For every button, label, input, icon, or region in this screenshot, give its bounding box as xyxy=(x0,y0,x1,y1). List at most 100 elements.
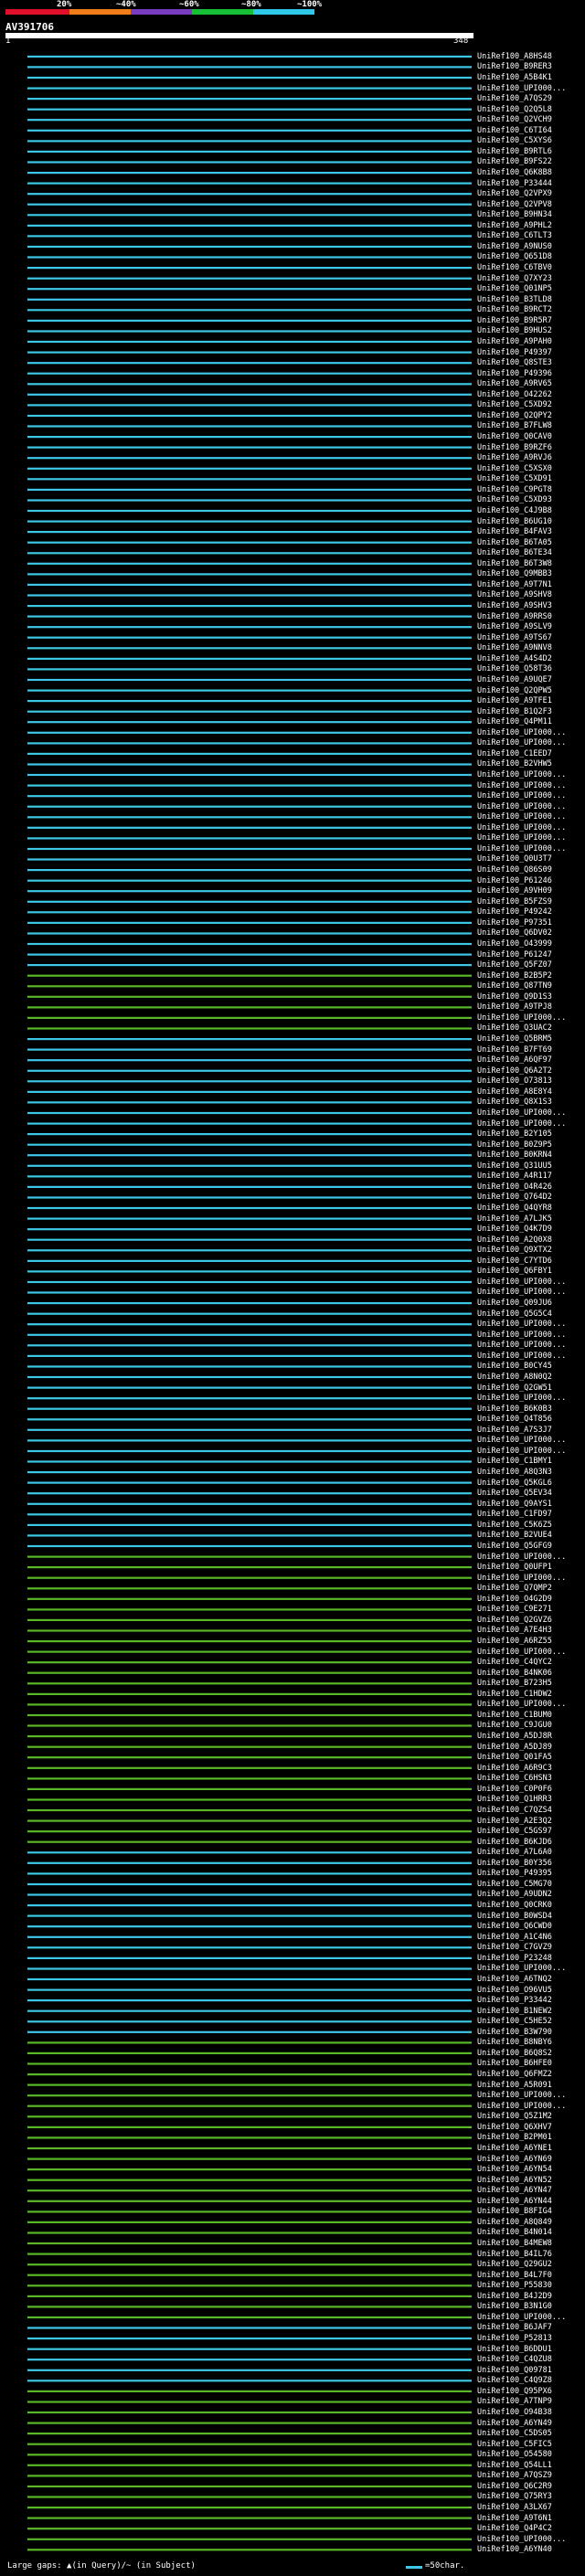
hit-label[interactable]: UniRef100_A6QF97 xyxy=(477,1055,552,1065)
hit-label[interactable]: UniRef100_Q9XTX2 xyxy=(477,1246,552,1255)
hit-label[interactable]: UniRef100_B8FIG4 xyxy=(477,2207,552,2216)
hit-label[interactable]: UniRef100_B6K0B3 xyxy=(477,1405,552,1414)
hit-label[interactable]: UniRef100_B6UG10 xyxy=(477,517,552,526)
hit-label[interactable]: UniRef100_A5R091 xyxy=(477,2081,552,2090)
hit-label[interactable]: UniRef100_A7QSZ9 xyxy=(477,2471,552,2480)
hit-label[interactable]: UniRef100_P61246 xyxy=(477,876,552,885)
hit-label[interactable]: UniRef100_A9SHV8 xyxy=(477,590,552,599)
hit-label[interactable]: UniRef100_P49396 xyxy=(477,369,552,378)
hit-label[interactable]: UniRef100_B3W790 xyxy=(477,2028,552,2037)
hit-label[interactable]: UniRef100_UPI000... xyxy=(477,770,566,779)
hit-label[interactable]: UniRef100_B6TE34 xyxy=(477,548,552,557)
hit-label[interactable]: UniRef100_A5DJ89 xyxy=(477,1743,552,1752)
hit-label[interactable]: UniRef100_C5XD92 xyxy=(477,400,552,409)
hit-label[interactable]: UniRef100_Q9AYS1 xyxy=(477,1500,552,1509)
hit-label[interactable]: UniRef100_B4FAV3 xyxy=(477,527,552,536)
hit-label[interactable]: UniRef100_C1FD97 xyxy=(477,1510,552,1519)
hit-label[interactable]: UniRef100_A4S4D2 xyxy=(477,654,552,663)
hit-label[interactable]: UniRef100_UPI000... xyxy=(477,1013,566,1023)
hit-label[interactable]: UniRef100_P52813 xyxy=(477,2334,552,2343)
hit-label[interactable]: UniRef100_UPI000... xyxy=(477,1574,566,1583)
hit-label[interactable]: UniRef100_P49242 xyxy=(477,907,552,917)
hit-label[interactable]: UniRef100_A7S3J7 xyxy=(477,1426,552,1435)
hit-label[interactable]: UniRef100_Q5FZ07 xyxy=(477,960,552,970)
hit-label[interactable]: UniRef100_B8NBY6 xyxy=(477,2038,552,2047)
hit-label[interactable]: UniRef100_A8E8Y4 xyxy=(477,1087,552,1097)
hit-label[interactable]: UniRef100_C6TLT3 xyxy=(477,231,552,240)
hit-label[interactable]: UniRef100_B2VHW5 xyxy=(477,759,552,769)
hit-label[interactable]: UniRef100_UPI000... xyxy=(477,1288,566,1297)
hit-label[interactable]: UniRef100_A9UDN2 xyxy=(477,1890,552,1899)
hit-label[interactable]: UniRef100_A9NUS0 xyxy=(477,242,552,251)
hit-label[interactable]: UniRef100_C5XD91 xyxy=(477,474,552,483)
hit-label[interactable]: UniRef100_O42262 xyxy=(477,390,552,399)
hit-label[interactable]: UniRef100_Q8STE3 xyxy=(477,358,552,367)
hit-label[interactable]: UniRef100_B1Q2F3 xyxy=(477,707,552,716)
hit-label[interactable]: UniRef100_P49397 xyxy=(477,348,552,357)
hit-label[interactable]: UniRef100_UPI000... xyxy=(477,1447,566,1456)
hit-label[interactable]: UniRef100_O96VU5 xyxy=(477,1986,552,1995)
hit-label[interactable]: UniRef100_UPI000... xyxy=(477,802,566,811)
hit-label[interactable]: UniRef100_B2VUE4 xyxy=(477,1531,552,1540)
hit-label[interactable]: UniRef100_Q0UFP1 xyxy=(477,1563,552,1572)
hit-label[interactable]: UniRef100_C1EED7 xyxy=(477,749,552,758)
hit-label[interactable]: UniRef100_B2PM01 xyxy=(477,2133,552,2142)
hit-label[interactable]: UniRef100_A7L6A0 xyxy=(477,1848,552,1857)
hit-label[interactable]: UniRef100_B9HUS2 xyxy=(477,326,552,335)
hit-label[interactable]: UniRef100_A5DJ8R xyxy=(477,1732,552,1741)
hit-label[interactable]: UniRef100_A9T6N1 xyxy=(477,2514,552,2523)
hit-label[interactable]: UniRef100_B0Y356 xyxy=(477,1859,552,1868)
hit-label[interactable]: UniRef100_A6YN44 xyxy=(477,2197,552,2206)
hit-label[interactable]: UniRef100_Q5G5C4 xyxy=(477,1309,552,1319)
hit-label[interactable]: UniRef100_Q5EV34 xyxy=(477,1489,552,1498)
hit-label[interactable]: UniRef100_B6KJD6 xyxy=(477,1838,552,1847)
hit-label[interactable]: UniRef100_A9RRS0 xyxy=(477,612,552,621)
hit-label[interactable]: UniRef100_Q87TN9 xyxy=(477,981,552,991)
hit-label[interactable]: UniRef100_Q29GU2 xyxy=(477,2260,552,2269)
hit-label[interactable]: UniRef100_Q2VCH9 xyxy=(477,115,552,124)
hit-label[interactable]: UniRef100_UPI000... xyxy=(477,728,566,737)
hit-label[interactable]: UniRef100_Q2VPV8 xyxy=(477,200,552,209)
hit-label[interactable]: UniRef100_UPI000... xyxy=(477,823,566,832)
hit-label[interactable]: UniRef100_B4N014 xyxy=(477,2228,552,2237)
hit-label[interactable]: UniRef100_O54580 xyxy=(477,2450,552,2459)
hit-label[interactable]: UniRef100_B0WSD4 xyxy=(477,1912,552,1921)
hit-label[interactable]: UniRef100_B9RTL6 xyxy=(477,147,552,156)
hit-label[interactable]: UniRef100_P33442 xyxy=(477,1996,552,2005)
hit-label[interactable]: UniRef100_A9SLV9 xyxy=(477,622,552,631)
hit-label[interactable]: UniRef100_C9JGU0 xyxy=(477,1721,552,1730)
hit-label[interactable]: UniRef100_C6TBV0 xyxy=(477,263,552,272)
hit-label[interactable]: UniRef100_A6YN52 xyxy=(477,2176,552,2185)
hit-label[interactable]: UniRef100_B5FZS9 xyxy=(477,897,552,906)
hit-label[interactable]: UniRef100_Q5KGL6 xyxy=(477,1479,552,1488)
hit-label[interactable]: UniRef100_A9RVJ6 xyxy=(477,453,552,462)
hit-label[interactable]: UniRef100_A8HS48 xyxy=(477,52,552,61)
hit-label[interactable]: UniRef100_B6T3W8 xyxy=(477,559,552,568)
hit-label[interactable]: UniRef100_UPI000... xyxy=(477,2535,566,2544)
hit-label[interactable]: UniRef100_Q7QMP2 xyxy=(477,1584,552,1593)
hit-label[interactable]: UniRef100_O43999 xyxy=(477,939,552,949)
hit-label[interactable]: UniRef100_Q2VPX9 xyxy=(477,189,552,198)
hit-label[interactable]: UniRef100_A9TFE1 xyxy=(477,696,552,705)
hit-label[interactable]: UniRef100_A9PHL2 xyxy=(477,221,552,230)
hit-label[interactable]: UniRef100_A7E4H3 xyxy=(477,1626,552,1635)
hit-label[interactable]: UniRef100_Q6FMZ2 xyxy=(477,2070,552,2079)
hit-label[interactable]: UniRef100_C5XYS6 xyxy=(477,136,552,145)
hit-label[interactable]: UniRef100_UPI000... xyxy=(477,738,566,747)
hit-label[interactable]: UniRef100_B9RZF6 xyxy=(477,443,552,452)
hit-label[interactable]: UniRef100_B7FLW8 xyxy=(477,421,552,430)
hit-label[interactable]: UniRef100_C6HSN3 xyxy=(477,1774,552,1783)
hit-label[interactable]: UniRef100_B3N1G0 xyxy=(477,2302,552,2311)
hit-label[interactable]: UniRef100_Q5Z1M2 xyxy=(477,2112,552,2121)
hit-label[interactable]: UniRef100_B9R5R7 xyxy=(477,316,552,325)
hit-label[interactable]: UniRef100_C1HDW2 xyxy=(477,1690,552,1699)
hit-label[interactable]: UniRef100_A9SHV3 xyxy=(477,601,552,610)
hit-label[interactable]: UniRef100_A5B4K1 xyxy=(477,73,552,82)
hit-label[interactable]: UniRef100_Q5GFG9 xyxy=(477,1542,552,1551)
hit-label[interactable]: UniRef100_B7FT69 xyxy=(477,1045,552,1055)
hit-label[interactable]: UniRef100_Q2QPY2 xyxy=(477,411,552,420)
hit-label[interactable]: UniRef100_B0CY45 xyxy=(477,1362,552,1371)
hit-label[interactable]: UniRef100_C0P0F6 xyxy=(477,1785,552,1794)
hit-label[interactable]: UniRef100_Q5BRM5 xyxy=(477,1034,552,1044)
hit-label[interactable]: UniRef100_UPI000... xyxy=(477,1119,566,1129)
